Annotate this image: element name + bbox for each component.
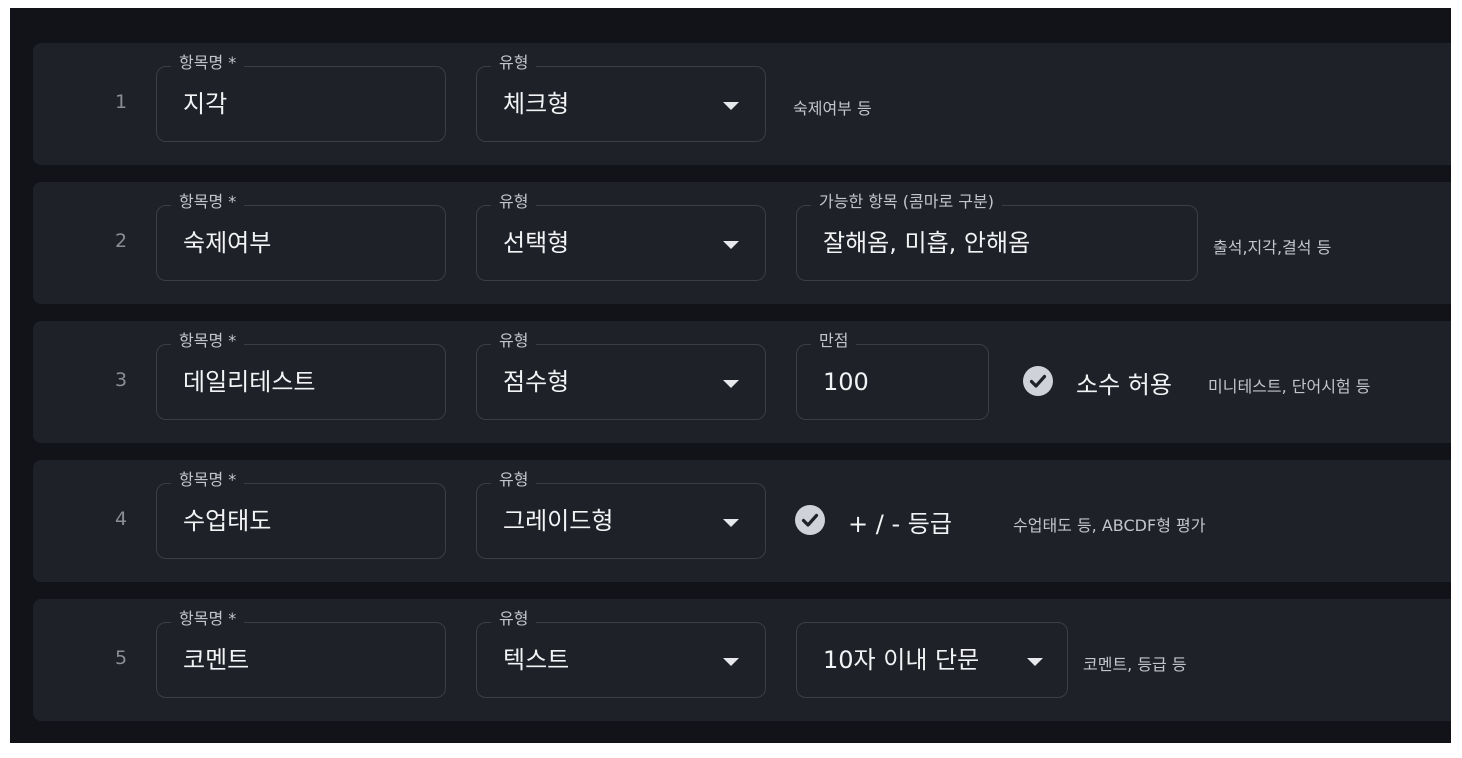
row-index: 5 xyxy=(114,647,128,669)
row-hint: 미니테스트, 단어시험 등 xyxy=(1208,377,1371,396)
row-index: 3 xyxy=(114,369,128,391)
row-hint: 수업태도 등, ABCDF형 평가 xyxy=(1013,516,1206,535)
item-name-value: 데일리테스트 xyxy=(183,368,316,396)
type-select[interactable]: 유형 점수형 xyxy=(476,331,766,420)
check-circle-icon[interactable] xyxy=(1023,366,1053,396)
row-index: 4 xyxy=(114,508,128,530)
max-score-field[interactable]: 만점 100 xyxy=(796,331,989,420)
max-score-value: 100 xyxy=(823,368,869,396)
chevron-down-icon xyxy=(723,519,739,527)
options-value: 잘해옴, 미흡, 안해옴 xyxy=(823,229,1031,257)
item-name-value: 숙제여부 xyxy=(183,229,272,257)
options-field[interactable]: 가능한 항목 (콤마로 구분) 잘해옴, 미흡, 안해옴 xyxy=(796,192,1198,281)
item-name-label: 항목명 * xyxy=(171,609,245,629)
item-name-field[interactable]: 항목명 * 숙제여부 xyxy=(156,192,446,281)
decimal-allowed-label[interactable]: 소수 허용 xyxy=(1076,365,1172,400)
chevron-down-icon xyxy=(1027,658,1043,666)
type-label: 유형 xyxy=(491,331,537,351)
field-row-4: 4 항목명 * 수업태도 유형 그레이드형 + / - 등급 수업태도 등, A… xyxy=(33,460,1451,582)
chevron-down-icon xyxy=(723,241,739,249)
type-value: 그레이드형 xyxy=(503,507,614,535)
item-name-field[interactable]: 항목명 * 코멘트 xyxy=(156,609,446,698)
field-row-1: 1 항목명 * 지각 유형 체크형 숙제여부 등 xyxy=(33,43,1451,165)
row-hint: 코멘트, 등급 등 xyxy=(1083,655,1187,674)
type-label: 유형 xyxy=(491,609,537,629)
field-row-3: 3 항목명 * 데일리테스트 유형 점수형 만점 100 소수 허용 미니테스트… xyxy=(33,321,1451,443)
chevron-down-icon xyxy=(723,380,739,388)
row-index: 2 xyxy=(114,230,128,252)
text-length-select[interactable]: 10자 이내 단문 xyxy=(796,622,1068,698)
row-index: 1 xyxy=(114,91,128,113)
type-label: 유형 xyxy=(491,470,537,490)
options-label: 가능한 항목 (콤마로 구분) xyxy=(811,192,1002,212)
item-name-label: 항목명 * xyxy=(171,470,245,490)
item-name-value: 수업태도 xyxy=(183,507,272,535)
item-name-value: 지각 xyxy=(183,90,228,118)
chevron-down-icon xyxy=(723,102,739,110)
item-name-label: 항목명 * xyxy=(171,331,245,351)
type-value: 점수형 xyxy=(503,368,570,396)
text-length-value: 10자 이내 단문 xyxy=(823,646,980,674)
type-value: 체크형 xyxy=(503,90,570,118)
field-row-2: 2 항목명 * 숙제여부 유형 선택형 가능한 항목 (콤마로 구분) 잘해옴,… xyxy=(33,182,1451,304)
custom-fields-panel: 1 항목명 * 지각 유형 체크형 숙제여부 등 2 항목명 * 숙제여부 유형… xyxy=(10,8,1451,743)
type-label: 유형 xyxy=(491,53,537,73)
type-label: 유형 xyxy=(491,192,537,212)
type-select[interactable]: 유형 그레이드형 xyxy=(476,470,766,559)
item-name-field[interactable]: 항목명 * 데일리테스트 xyxy=(156,331,446,420)
item-name-value: 코멘트 xyxy=(183,646,250,674)
item-name-label: 항목명 * xyxy=(171,53,245,73)
max-score-label: 만점 xyxy=(811,331,857,351)
type-value: 텍스트 xyxy=(503,646,570,674)
chevron-down-icon xyxy=(723,658,739,666)
type-select[interactable]: 유형 선택형 xyxy=(476,192,766,281)
item-name-label: 항목명 * xyxy=(171,192,245,212)
item-name-field[interactable]: 항목명 * 지각 xyxy=(156,53,446,142)
field-row-5: 5 항목명 * 코멘트 유형 텍스트 10자 이내 단문 코멘트, 등급 등 xyxy=(33,599,1451,721)
type-select[interactable]: 유형 체크형 xyxy=(476,53,766,142)
type-value: 선택형 xyxy=(503,229,570,257)
plus-minus-grade-label[interactable]: + / - 등급 xyxy=(848,504,952,539)
row-hint: 숙제여부 등 xyxy=(793,99,872,118)
check-circle-icon[interactable] xyxy=(795,505,825,535)
row-hint: 출석,지각,결석 등 xyxy=(1213,238,1332,257)
type-select[interactable]: 유형 텍스트 xyxy=(476,609,766,698)
item-name-field[interactable]: 항목명 * 수업태도 xyxy=(156,470,446,559)
